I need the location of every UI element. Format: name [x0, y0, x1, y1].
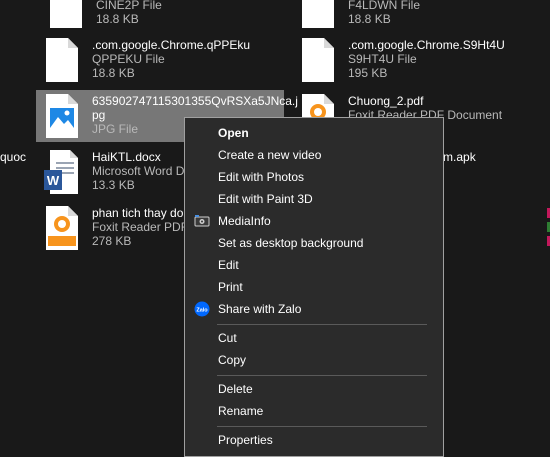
file-type: QPPEKU File — [92, 52, 165, 66]
file-name: .com.google.Chrome.S9Ht4U — [348, 38, 505, 52]
file-type: CINE2P File — [96, 0, 162, 12]
menu-item-label: Set as desktop background — [218, 236, 364, 250]
word-document-icon: W — [44, 150, 78, 194]
blank-file-icon — [50, 0, 82, 28]
file-type: S9HT4U File — [348, 52, 417, 66]
context-menu: Open Create a new video Edit with Photos… — [184, 117, 444, 457]
mediainfo-icon — [194, 215, 210, 227]
blank-file-icon — [46, 38, 78, 82]
svg-text:W: W — [47, 173, 60, 188]
file-size: 278 KB — [92, 234, 132, 248]
file-type: Foxit Reader PDF — [92, 220, 189, 234]
menu-item-delete[interactable]: Delete — [185, 378, 443, 400]
menu-separator — [217, 324, 427, 325]
menu-item-label: Delete — [218, 382, 253, 396]
menu-item-label: MediaInfo — [218, 214, 271, 228]
menu-item-create-video[interactable]: Create a new video — [185, 144, 443, 166]
menu-item-share-zalo[interactable]: Zalo Share with Zalo — [185, 298, 443, 320]
menu-item-label: Cut — [218, 331, 237, 345]
file-name: Chuong_2.pdf — [348, 94, 424, 108]
menu-item-label: Create a new video — [218, 148, 322, 162]
file-name: HaiKTL.docx — [92, 150, 161, 164]
svg-text:Zalo: Zalo — [196, 308, 208, 314]
file-size: 195 KB — [348, 66, 388, 80]
file-name: phan tich thay do — [92, 206, 184, 220]
menu-separator — [217, 426, 427, 427]
menu-item-label: Copy — [218, 353, 247, 367]
menu-item-copy[interactable]: Copy — [185, 349, 443, 371]
menu-item-edit-photos[interactable]: Edit with Photos — [185, 166, 443, 188]
menu-item-print[interactable]: Print — [185, 276, 443, 298]
menu-item-label: Edit with Photos — [218, 170, 305, 184]
menu-item-label: Open — [218, 126, 249, 140]
file-size: 13.3 KB — [92, 178, 135, 192]
menu-item-edit-paint3d[interactable]: Edit with Paint 3D — [185, 188, 443, 210]
file-size: 18.8 KB — [96, 12, 139, 26]
file-type: F4LDWN File — [348, 0, 421, 12]
zalo-icon: Zalo — [194, 301, 210, 317]
menu-item-label: Edit with Paint 3D — [218, 192, 313, 206]
menu-item-edit[interactable]: Edit — [185, 254, 443, 276]
menu-item-label: Edit — [218, 258, 239, 272]
menu-item-cut[interactable]: Cut — [185, 327, 443, 349]
image-file-icon — [46, 94, 78, 138]
file-name: 635902747115301355QvRSXa5JNca.j — [92, 94, 298, 108]
menu-item-label: Properties — [218, 433, 273, 447]
menu-item-set-desktop-bg[interactable]: Set as desktop background — [185, 232, 443, 254]
menu-item-mediainfo[interactable]: MediaInfo — [185, 210, 443, 232]
file-name: .com.google.Chrome.qPPEku — [92, 38, 251, 52]
menu-item-label: Print — [218, 280, 243, 294]
menu-separator — [217, 375, 427, 376]
file-size: 18.8 KB — [348, 12, 391, 26]
menu-item-properties[interactable]: Properties — [185, 429, 443, 451]
file-type: Microsoft Word D — [92, 164, 185, 178]
file-size: 18.8 KB — [92, 66, 135, 80]
partial-file-name: quoc — [0, 150, 27, 164]
menu-item-label: Rename — [218, 404, 264, 418]
menu-item-open[interactable]: Open — [185, 122, 443, 144]
menu-item-label: Share with Zalo — [218, 302, 302, 316]
blank-file-icon — [302, 0, 334, 28]
menu-item-rename[interactable]: Rename — [185, 400, 443, 422]
foxit-pdf-icon — [46, 206, 78, 250]
blank-file-icon — [302, 38, 334, 82]
